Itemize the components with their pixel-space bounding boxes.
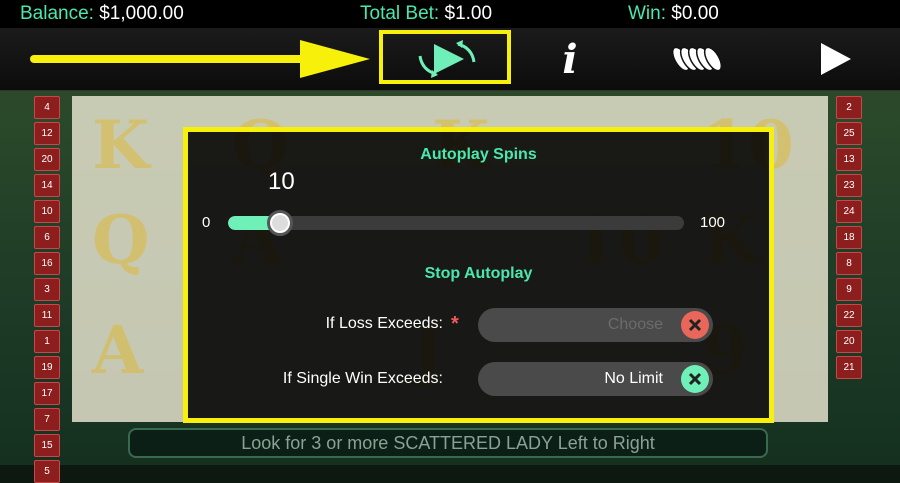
paytable-cell: 8 (836, 252, 862, 275)
paytable-cell: 22 (836, 304, 862, 327)
reel-symbol: A (92, 311, 144, 389)
paytable-cell: 2 (836, 96, 862, 119)
paytable-cell: 1 (34, 330, 60, 353)
paytable-cell: 13 (836, 148, 862, 171)
paytable-cell: 24 (836, 200, 862, 223)
reel-symbol: Q (92, 201, 150, 279)
info-icon: i (562, 35, 578, 83)
paytable-left: 4 12 20 14 10 6 16 3 11 1 19 17 7 15 5 (34, 96, 60, 483)
paytable-cell: 21 (836, 356, 862, 379)
play-button[interactable] (800, 28, 870, 90)
paytable-cell: 12 (34, 122, 60, 145)
paytable-cell: 18 (836, 226, 862, 249)
autoplay-highlight-box (379, 30, 511, 84)
paytable-cell: 5 (34, 460, 60, 483)
win-value: $0.00 (671, 3, 719, 24)
status-bar: Balance: $1,000.00 Total Bet: $1.00 Win:… (0, 0, 900, 28)
paytable-right: 2 25 13 23 24 18 8 9 22 20 21 (836, 96, 862, 379)
paytable-cell: 15 (34, 434, 60, 457)
panel-highlight-box (183, 127, 774, 423)
total-bet-value: $1.00 (444, 3, 493, 24)
paytable-cell: 20 (34, 148, 60, 171)
paytable-cell: 7 (34, 408, 60, 431)
paytable-cell: 10 (34, 200, 60, 223)
message-strip: Look for 3 or more SCATTERED LADY Left t… (128, 428, 768, 458)
win-label: Win: (628, 3, 666, 24)
total-bet-stat: Total Bet: $1.00 (360, 3, 492, 25)
paytable-cell: 23 (836, 174, 862, 197)
bet-chips-button[interactable] (660, 28, 730, 90)
paytable-cell: 16 (34, 252, 60, 275)
paytable-cell: 6 (34, 226, 60, 249)
balance-label: Balance: (20, 3, 94, 24)
total-bet-label: Total Bet: (360, 3, 440, 24)
paytable-cell: 9 (836, 278, 862, 301)
paytable-cell: 20 (836, 330, 862, 353)
balance-stat: Balance: $1,000.00 (20, 3, 184, 25)
paytable-cell: 11 (34, 304, 60, 327)
paytable-cell: 14 (34, 174, 60, 197)
balance-value: $1,000.00 (99, 3, 184, 24)
reel-symbol: K (92, 106, 150, 184)
play-icon (821, 43, 851, 75)
info-button[interactable]: i (540, 28, 600, 90)
coin-stack-icon (671, 46, 721, 72)
paytable-cell: 4 (34, 96, 60, 119)
win-stat: Win: $0.00 (628, 3, 719, 25)
paytable-cell: 3 (34, 278, 60, 301)
paytable-cell: 19 (34, 356, 60, 379)
paytable-cell: 17 (34, 382, 60, 405)
paytable-cell: 25 (836, 122, 862, 145)
annotation-arrow-icon (30, 40, 370, 78)
